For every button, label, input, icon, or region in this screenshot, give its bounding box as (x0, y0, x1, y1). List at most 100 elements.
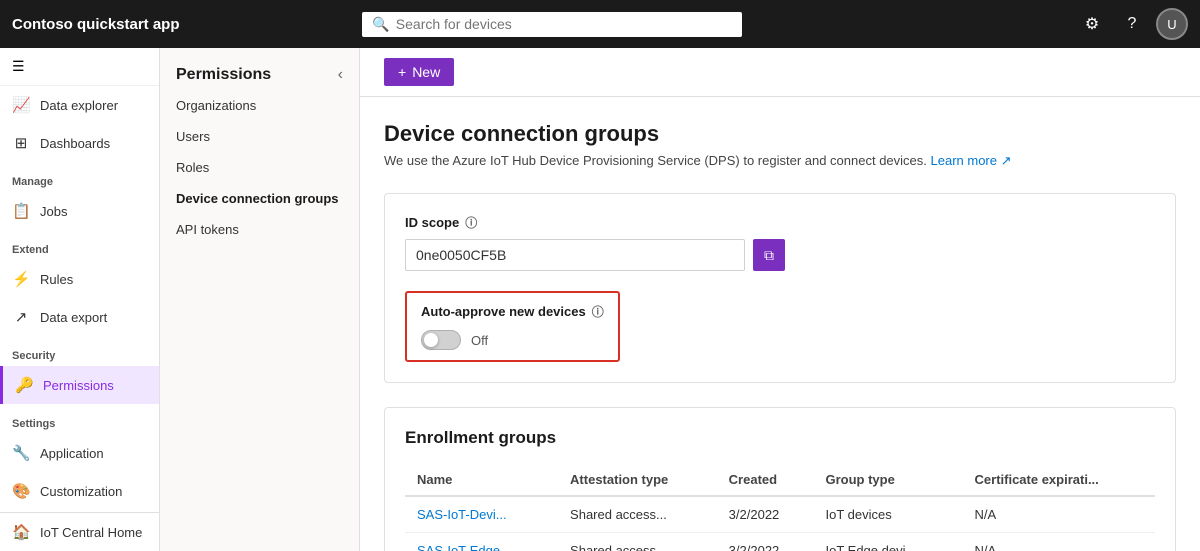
cell-certificate-0: N/A (963, 496, 1155, 533)
id-scope-info-icon[interactable]: ⓘ (465, 214, 477, 231)
sidebar-item-label: Rules (40, 272, 73, 287)
external-link-icon: ↗ (1001, 153, 1012, 168)
auto-approve-toggle[interactable] (421, 330, 461, 350)
grid-icon: ⊞ (12, 134, 30, 152)
chart-icon: 📈 (12, 96, 30, 114)
learn-more-link[interactable]: Learn more ↗ (931, 153, 1012, 168)
new-button[interactable]: + New (384, 58, 454, 86)
row-1-name-link[interactable]: SAS-IoT-Edge... (417, 543, 511, 551)
col-header-attestation: Attestation type (558, 464, 717, 496)
row-0-name-link[interactable]: SAS-IoT-Devi... (417, 507, 507, 522)
auto-approve-info-icon[interactable]: ⓘ (592, 303, 604, 320)
col-header-name: Name (405, 464, 558, 496)
mid-nav-item-organizations[interactable]: Organizations (160, 90, 359, 121)
sidebar-item-label: Permissions (43, 378, 114, 393)
enrollment-table-wrap: Name Attestation type Created Group type… (405, 464, 1155, 551)
jobs-icon: 📋 (12, 202, 30, 220)
toggle-row: Off (421, 330, 604, 350)
auto-approve-box: Auto-approve new devices ⓘ Off (405, 291, 620, 362)
cell-certificate-1: N/A (963, 533, 1155, 551)
mid-nav-title: Permissions (176, 66, 271, 84)
sidebar-bottom: 🏠 IoT Central Home (0, 512, 159, 551)
settings-section-label: Settings (0, 404, 159, 434)
sidebar: ☰ 📈 Data explorer ⊞ Dashboards Manage 📋 … (0, 48, 160, 551)
table-body: SAS-IoT-Devi... Shared access... 3/2/202… (405, 496, 1155, 551)
search-bar[interactable]: 🔍 (362, 12, 742, 37)
rules-icon: ⚡ (12, 270, 30, 288)
mid-nav: Permissions ‹ Organizations Users Roles … (160, 48, 360, 551)
settings-icon-button[interactable]: ⚙ (1076, 8, 1108, 40)
sidebar-item-label: Customization (40, 484, 122, 499)
mid-nav-item-api-tokens[interactable]: API tokens (160, 214, 359, 245)
enrollment-card: Enrollment groups Name Attestation type … (384, 407, 1176, 551)
table-header: Name Attestation type Created Group type… (405, 464, 1155, 496)
topbar-icons: ⚙ ? U (1076, 8, 1188, 40)
topbar-title: Contoso quickstart app (12, 16, 180, 33)
hamburger-menu[interactable]: ☰ (0, 48, 159, 86)
cell-attestation-1: Shared access... (558, 533, 717, 551)
sidebar-item-label: Application (40, 446, 104, 461)
sidebar-item-permissions[interactable]: 🔑 Permissions (0, 366, 159, 404)
sidebar-item-label: Dashboards (40, 136, 110, 151)
main-content: + New Device connection groups We use th… (360, 48, 1200, 551)
id-scope-field-row: ⧉ (405, 239, 1155, 271)
cell-attestation-0: Shared access... (558, 496, 717, 533)
cell-group-type-0: IoT devices (814, 496, 963, 533)
hamburger-icon: ☰ (12, 58, 25, 74)
mid-nav-item-users[interactable]: Users (160, 121, 359, 152)
sidebar-item-iot-central-home[interactable]: 🏠 IoT Central Home (0, 513, 159, 551)
avatar[interactable]: U (1156, 8, 1188, 40)
id-scope-input[interactable] (405, 239, 745, 271)
sidebar-item-data-explorer[interactable]: 📈 Data explorer (0, 86, 159, 124)
col-header-group-type: Group type (814, 464, 963, 496)
cell-name-0: SAS-IoT-Devi... (405, 496, 558, 533)
sidebar-item-application[interactable]: 🔧 Application (0, 434, 159, 472)
home-icon: 🏠 (12, 523, 30, 541)
copy-icon: ⧉ (764, 247, 774, 264)
page-body: Device connection groups We use the Azur… (360, 97, 1200, 551)
enrollment-title: Enrollment groups (405, 428, 1155, 448)
topbar: Contoso quickstart app 🔍 ⚙ ? U (0, 0, 1200, 48)
mid-nav-item-roles[interactable]: Roles (160, 152, 359, 183)
col-header-created: Created (717, 464, 814, 496)
customization-icon: 🎨 (12, 482, 30, 500)
new-button-label: New (412, 64, 440, 80)
id-scope-card: ID scope ⓘ ⧉ Auto-approve new devices ⓘ (384, 193, 1176, 383)
id-scope-label: ID scope ⓘ (405, 214, 1155, 231)
cell-created-1: 3/2/2022 (717, 533, 814, 551)
page-title: Device connection groups (384, 121, 1176, 147)
avatar-initials: U (1167, 17, 1176, 32)
sidebar-item-label: IoT Central Home (40, 525, 142, 540)
table-row: SAS-IoT-Edge... Shared access... 3/2/202… (405, 533, 1155, 551)
mid-nav-collapse-button[interactable]: ‹ (338, 66, 343, 84)
sidebar-item-data-export[interactable]: ↗ Data export (0, 298, 159, 336)
search-input[interactable] (396, 16, 733, 32)
plus-icon: + (398, 64, 406, 80)
cell-name-1: SAS-IoT-Edge... (405, 533, 558, 551)
mid-nav-item-device-connection-groups[interactable]: Device connection groups (160, 183, 359, 214)
toggle-thumb (424, 333, 438, 347)
sidebar-item-jobs[interactable]: 📋 Jobs (0, 192, 159, 230)
enrollment-table: Name Attestation type Created Group type… (405, 464, 1155, 551)
col-header-certificate: Certificate expirati... (963, 464, 1155, 496)
sidebar-item-rules[interactable]: ⚡ Rules (0, 260, 159, 298)
sidebar-item-label: Jobs (40, 204, 67, 219)
key-icon: 🔑 (15, 376, 33, 394)
sidebar-item-customization[interactable]: 🎨 Customization (0, 472, 159, 510)
toolbar: + New (360, 48, 1200, 97)
toggle-state-label: Off (471, 333, 488, 348)
sidebar-item-dashboards[interactable]: ⊞ Dashboards (0, 124, 159, 162)
help-icon-button[interactable]: ? (1116, 8, 1148, 40)
auto-approve-label: Auto-approve new devices ⓘ (421, 303, 604, 320)
layout: ☰ 📈 Data explorer ⊞ Dashboards Manage 📋 … (0, 48, 1200, 551)
sidebar-item-label: Data export (40, 310, 107, 325)
copy-button[interactable]: ⧉ (753, 239, 785, 271)
cell-group-type-1: IoT Edge devi... (814, 533, 963, 551)
security-section-label: Security (0, 336, 159, 366)
search-icon: 🔍 (372, 16, 389, 33)
application-icon: 🔧 (12, 444, 30, 462)
cell-created-0: 3/2/2022 (717, 496, 814, 533)
manage-section-label: Manage (0, 162, 159, 192)
page-description: We use the Azure IoT Hub Device Provisio… (384, 153, 1176, 169)
table-row: SAS-IoT-Devi... Shared access... 3/2/202… (405, 496, 1155, 533)
